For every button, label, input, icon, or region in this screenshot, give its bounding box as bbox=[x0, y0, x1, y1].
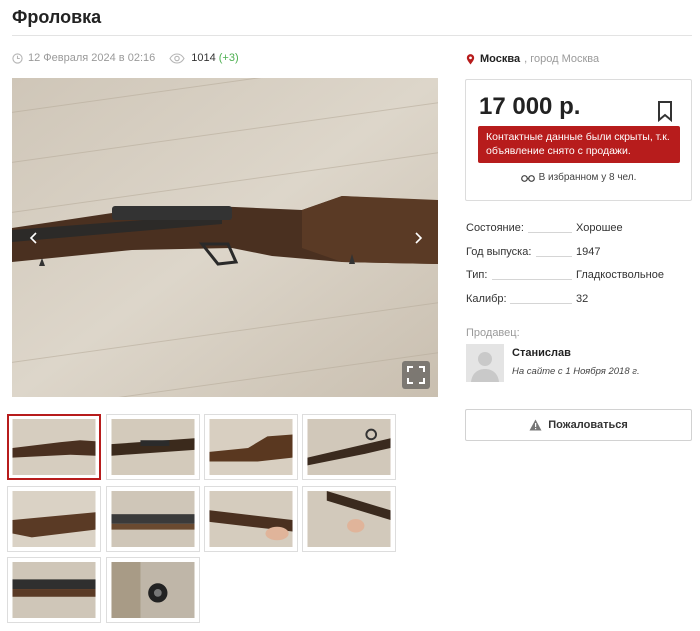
listing-date: 12 Февраля 2024 в 02:16 bbox=[28, 52, 156, 64]
view-count: 1014 bbox=[191, 52, 216, 64]
thumbnail[interactable] bbox=[106, 414, 200, 480]
view-count-new: (+3) bbox=[218, 52, 239, 64]
gallery-prev-button[interactable] bbox=[24, 228, 44, 248]
property-row: Калибр: 32 bbox=[466, 293, 692, 317]
seller-label: Продавец: bbox=[466, 327, 520, 339]
thumbnail-image bbox=[307, 491, 391, 547]
bookmark-icon[interactable] bbox=[655, 100, 675, 122]
binoculars-icon bbox=[520, 174, 535, 182]
properties-list: Состояние: Хорошее Год выпуска: 1947 Тип… bbox=[466, 222, 692, 317]
thumbnail-image bbox=[12, 562, 96, 618]
thumbnail[interactable] bbox=[302, 414, 396, 480]
eye-icon bbox=[169, 52, 185, 64]
thumbnail[interactable] bbox=[302, 486, 396, 552]
thumbnail[interactable] bbox=[106, 557, 200, 623]
contacts-hidden-alert: Контактные данные были скрыты, т.к. объя… bbox=[478, 126, 680, 163]
property-row: Состояние: Хорошее bbox=[466, 222, 692, 246]
property-dots bbox=[492, 279, 572, 281]
user-placeholder-icon bbox=[471, 352, 499, 382]
clock-icon bbox=[12, 52, 23, 64]
thumbnail-image bbox=[111, 419, 195, 475]
thumbnail-image bbox=[111, 562, 195, 618]
thumbnail-image bbox=[307, 419, 391, 475]
page-title: Фроловка bbox=[12, 7, 102, 27]
title-divider bbox=[12, 35, 692, 36]
property-key: Год выпуска: bbox=[466, 245, 534, 258]
map-pin-icon bbox=[466, 53, 475, 65]
complain-button[interactable]: Пожаловаться bbox=[465, 409, 692, 441]
chevron-left-icon bbox=[29, 232, 37, 244]
price: 17 000 р. bbox=[479, 93, 581, 120]
property-row: Тип: Гладкоствольное bbox=[466, 269, 692, 293]
fullscreen-button[interactable] bbox=[402, 361, 430, 389]
property-dots bbox=[528, 232, 572, 233]
property-value: 32 bbox=[576, 293, 589, 306]
rifle-photo bbox=[12, 78, 438, 397]
thumbnail[interactable] bbox=[106, 486, 200, 552]
thumbnail-image bbox=[12, 419, 96, 475]
thumbnail-image bbox=[209, 491, 293, 547]
listing-meta: 12 Февраля 2024 в 02:16 1014 (+3) bbox=[12, 52, 239, 64]
favorites-text: В избранном у 8 чел. bbox=[538, 172, 637, 183]
location-city[interactable]: Москва bbox=[480, 53, 520, 65]
location: Москва , город Москва bbox=[466, 53, 599, 65]
complain-label: Пожаловаться bbox=[548, 419, 628, 431]
thumbnail-image bbox=[12, 491, 96, 547]
property-key: Калибр: bbox=[466, 293, 509, 306]
property-dots bbox=[536, 255, 572, 257]
chevron-right-icon bbox=[415, 232, 423, 244]
gallery-next-button[interactable] bbox=[408, 228, 428, 248]
property-dots bbox=[510, 303, 572, 305]
thumbnail[interactable] bbox=[7, 557, 101, 623]
property-value: Хорошее bbox=[576, 222, 623, 234]
thumbnail[interactable] bbox=[7, 486, 101, 552]
seller-since: На сайте с 1 Ноября 2018 г. bbox=[512, 366, 640, 377]
thumbnail-image bbox=[209, 419, 293, 475]
thumbnail[interactable] bbox=[204, 414, 298, 480]
property-value: Гладкоствольное bbox=[576, 269, 664, 282]
thumbnail[interactable] bbox=[7, 414, 101, 480]
favorites-count: В избранном у 8 чел. bbox=[466, 172, 691, 183]
property-key: Тип: bbox=[466, 269, 490, 282]
location-sub: , город Москва bbox=[524, 53, 600, 65]
seller-name[interactable]: Станислав bbox=[512, 347, 571, 359]
avatar[interactable] bbox=[466, 344, 504, 382]
property-key: Состояние: bbox=[466, 222, 526, 234]
price-box: 17 000 р. Контактные данные были скрыты,… bbox=[465, 79, 692, 201]
property-value: 1947 bbox=[576, 245, 601, 258]
thumbnail-image bbox=[111, 491, 195, 547]
main-photo[interactable] bbox=[12, 78, 438, 397]
thumbnail[interactable] bbox=[204, 486, 298, 552]
warning-icon bbox=[529, 419, 542, 431]
property-row: Год выпуска: 1947 bbox=[466, 245, 692, 270]
fullscreen-icon bbox=[407, 366, 425, 384]
